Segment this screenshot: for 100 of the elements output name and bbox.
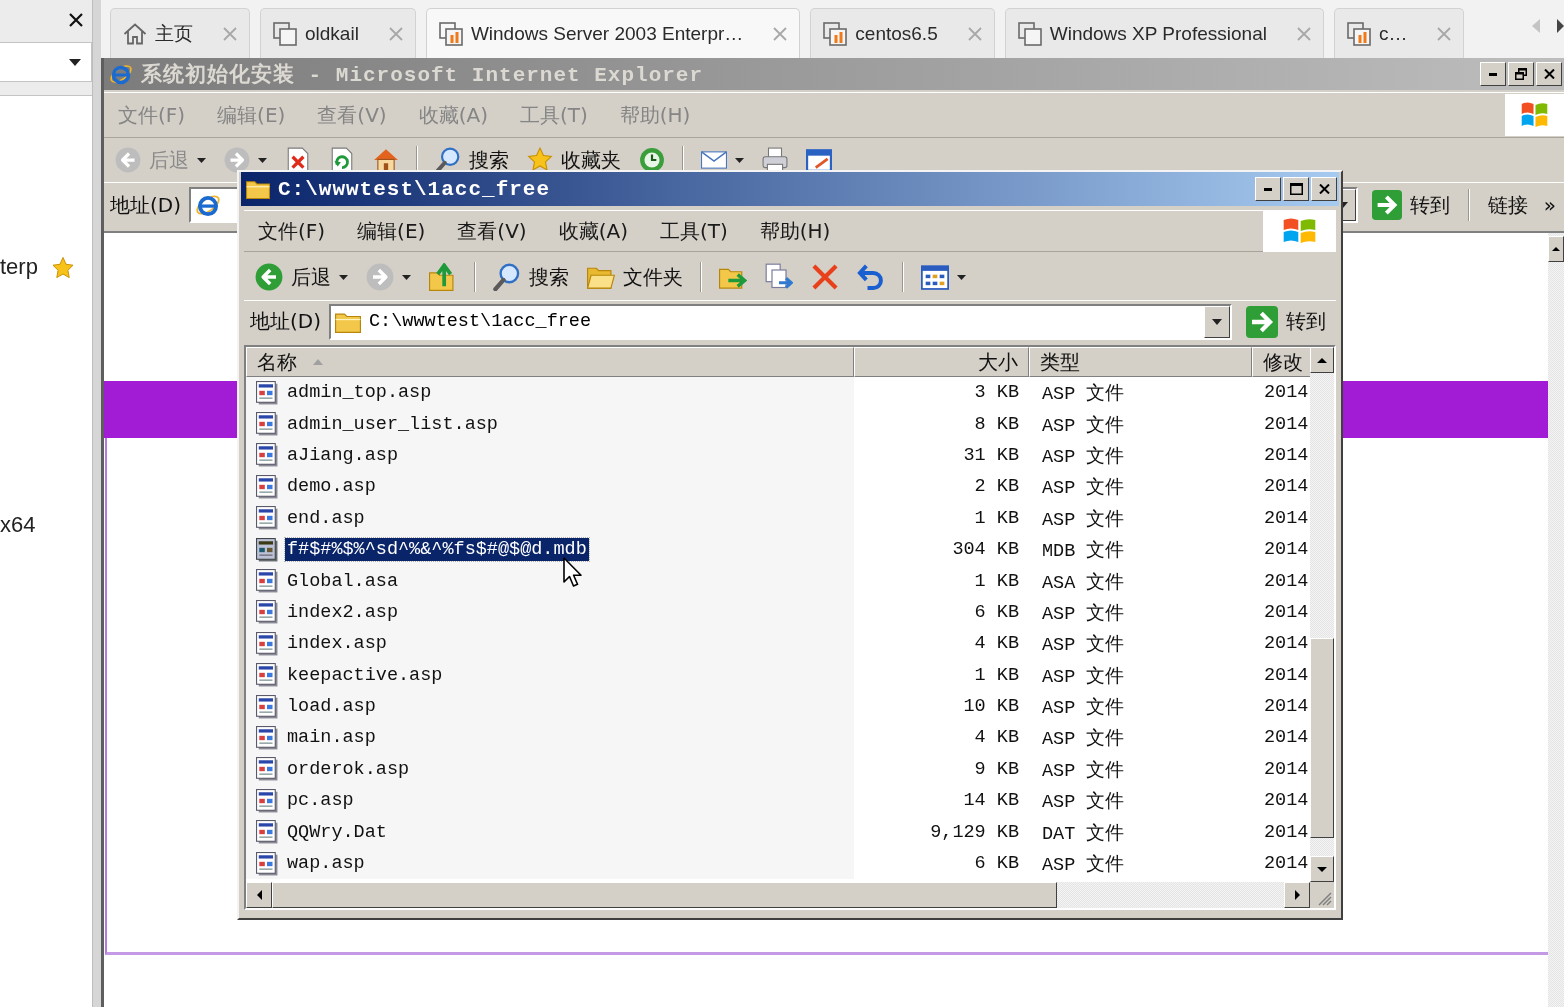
file-name[interactable]: f#$#%$%^sd^%&^%fs$#@$@d.mdb <box>285 538 589 562</box>
back-button[interactable]: 后退 <box>250 261 353 293</box>
scroll-right-button[interactable] <box>1284 882 1310 908</box>
file-name[interactable]: main.asp <box>285 726 378 750</box>
menu-item[interactable]: 工具(T) <box>653 215 734 247</box>
caret-icon <box>258 157 267 163</box>
file-type: ASP 文件 <box>1041 445 1126 470</box>
links-button[interactable]: 链接 <box>1481 189 1534 221</box>
tab[interactable]: Windows Server 2003 Enterpr… <box>425 8 801 58</box>
file-size: 9,129 KB <box>929 820 1020 845</box>
file-icon <box>256 631 278 656</box>
file-icon <box>256 443 278 468</box>
tab[interactable]: Windows XP Professional <box>1004 8 1324 58</box>
file-name[interactable]: index2.asp <box>285 600 401 624</box>
file-name[interactable]: wap.asp <box>285 852 367 876</box>
tab[interactable]: c… <box>1333 8 1465 58</box>
go-button[interactable]: 转到 <box>1365 188 1456 222</box>
go-button[interactable]: 转到 <box>1240 303 1332 340</box>
column-header[interactable]: 修改 <box>1252 347 1310 377</box>
file-icon <box>256 726 278 750</box>
dropdown-field[interactable] <box>0 42 92 82</box>
maximize-button[interactable] <box>1283 177 1309 201</box>
column-header[interactable]: 类型 <box>1029 347 1252 377</box>
file-date: 2014 <box>1263 381 1310 406</box>
more-links-button[interactable]: » <box>1541 191 1558 219</box>
file-name[interactable]: end.asp <box>285 506 367 530</box>
column-header[interactable]: 大小 <box>854 347 1029 377</box>
scroll-left-button[interactable] <box>246 882 272 908</box>
tab[interactable]: 主页 <box>110 8 250 58</box>
file-name[interactable]: load.asp <box>285 695 378 719</box>
close-icon[interactable] <box>68 12 84 28</box>
file-size: 8 KB <box>973 412 1020 437</box>
caret-icon <box>339 274 348 280</box>
file-date: 2014 <box>1263 852 1310 877</box>
file-name[interactable]: orderok.asp <box>285 757 412 781</box>
file-icon <box>256 663 278 688</box>
file-type: ASP 文件 <box>1041 414 1126 439</box>
address-field[interactable]: C:\wwwtest\1acc_free <box>329 303 1232 340</box>
file-type: ASP 文件 <box>1041 727 1126 753</box>
file-name[interactable]: admin_user_list.asp <box>285 412 500 436</box>
menu-item[interactable]: 查看(V) <box>451 215 533 247</box>
tab[interactable]: oldkail <box>260 8 416 58</box>
file-icon <box>256 788 278 813</box>
arrow-right-icon <box>1246 305 1278 338</box>
scroll-right-icon[interactable] <box>1557 19 1564 33</box>
window-title: C:\wwwtest\1acc_free <box>278 177 551 201</box>
scroll-up-button[interactable] <box>1548 236 1564 262</box>
file-name[interactable]: QQWry.Dat <box>285 820 389 844</box>
file-name[interactable]: pc.asp <box>285 789 356 813</box>
search-button[interactable]: 搜索 <box>430 144 514 176</box>
menu-item[interactable]: 编辑(E) <box>351 215 432 247</box>
file-type: ASP 文件 <box>1041 759 1126 784</box>
column-header[interactable]: 名称 <box>246 347 854 377</box>
file-date: 2014 <box>1263 475 1310 500</box>
close-button[interactable] <box>1311 177 1337 201</box>
library-item[interactable]: x64 <box>0 512 36 538</box>
sort-arrow-icon <box>313 359 323 365</box>
folders-button[interactable]: 文件夹 <box>582 261 688 293</box>
file-date: 2014 <box>1263 412 1310 437</box>
up-arrow-icon <box>1317 357 1327 363</box>
file-size: 1 KB <box>973 569 1020 594</box>
file-size: 304 KB <box>951 538 1020 563</box>
file-date: 2014 <box>1263 695 1310 720</box>
file-name[interactable]: aJiang.asp <box>285 443 401 467</box>
file-name[interactable]: Global.asa <box>285 569 401 593</box>
file-name[interactable]: admin_top.asp <box>285 381 434 405</box>
scroll-thumb[interactable] <box>272 882 1057 908</box>
scroll-thumb[interactable] <box>1310 638 1334 838</box>
scroll-up-button[interactable] <box>1310 347 1334 373</box>
file-name[interactable]: index.asp <box>285 632 389 656</box>
grid-window-icon <box>921 263 949 291</box>
dropdown-button[interactable] <box>1204 305 1230 338</box>
file-name[interactable]: demo.asp <box>285 475 378 499</box>
scroll-down-button[interactable] <box>1310 856 1334 882</box>
undo-icon <box>857 263 885 291</box>
close-icon <box>1318 184 1330 194</box>
browser-logo-icon <box>109 62 133 86</box>
size-grip-icon[interactable] <box>1318 892 1332 906</box>
up-arrow-icon <box>1552 247 1560 251</box>
file-size: 1 KB <box>973 663 1020 688</box>
file-size: 4 KB <box>973 632 1020 657</box>
menu-item[interactable]: 帮助(H) <box>753 215 837 247</box>
caret-icon <box>197 157 206 163</box>
file-size: 2 KB <box>973 475 1020 500</box>
search-button[interactable]: 搜索 <box>488 261 574 293</box>
favorites-button[interactable]: 收藏夹 <box>522 144 626 176</box>
file-date: 2014 <box>1263 443 1310 468</box>
tab[interactable]: centos6.5 <box>810 8 995 58</box>
file-type: DAT 文件 <box>1041 822 1126 847</box>
file-type: ASP 文件 <box>1041 633 1126 659</box>
menu-item[interactable]: 文件(F) <box>252 215 332 247</box>
file-type: ASP 文件 <box>1041 665 1126 690</box>
file-icon <box>256 537 278 562</box>
file-icon <box>256 820 278 845</box>
file-icon <box>256 600 278 625</box>
file-name[interactable]: keepactive.asp <box>285 663 445 687</box>
file-size: 3 KB <box>973 381 1020 406</box>
menu-item[interactable]: 收藏(A) <box>552 215 634 247</box>
library-item[interactable]: terp <box>0 254 38 280</box>
minimize-button[interactable] <box>1255 177 1281 201</box>
